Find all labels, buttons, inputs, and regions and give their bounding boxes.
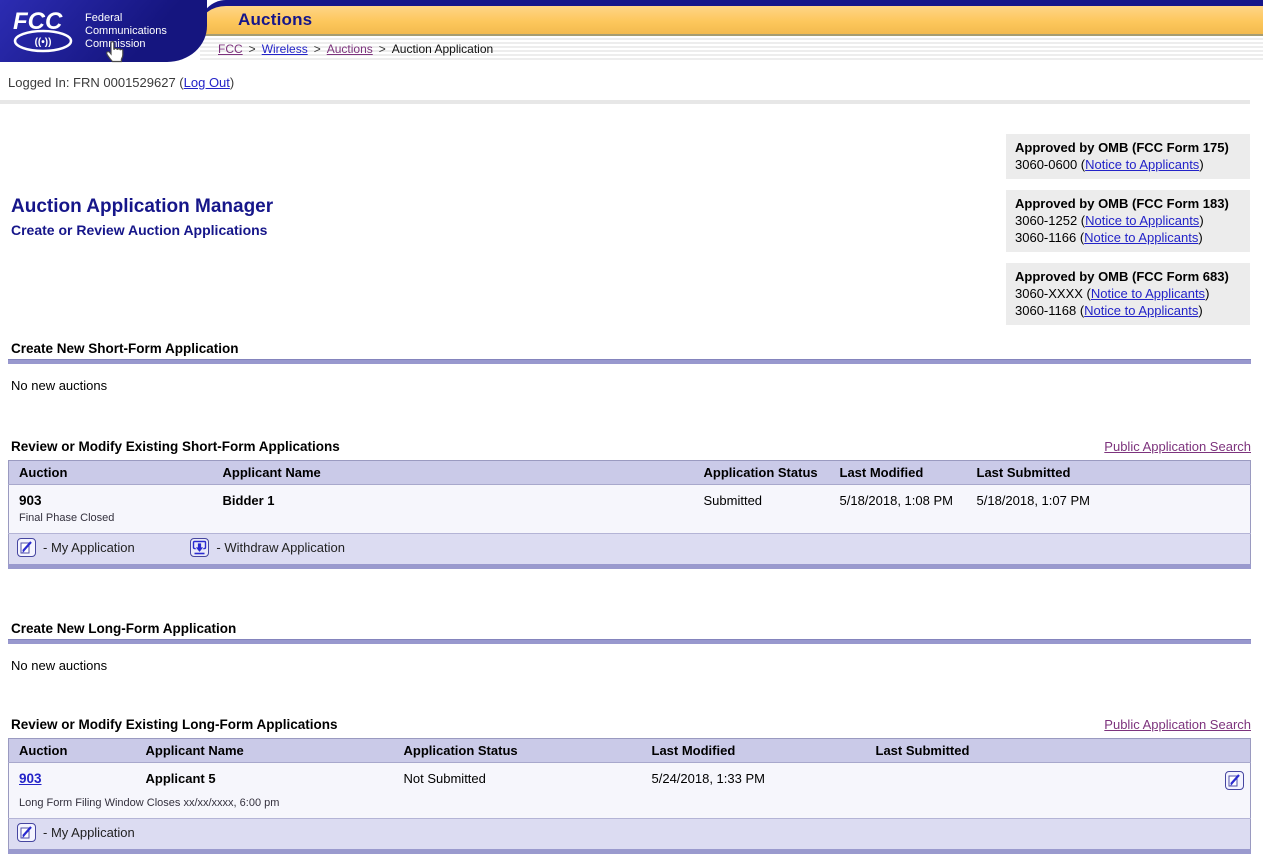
breadcrumb-auctions[interactable]: Auctions (327, 42, 373, 56)
page-title: Auction Application Manager (11, 196, 273, 218)
login-status: Logged In: FRN 0001529627 (Log Out) (8, 75, 1263, 90)
applicant-name: Applicant 5 (136, 763, 394, 796)
table-row-note: Long Form Filing Window Closes xx/xx/xxx… (9, 795, 1251, 819)
application-status: Submitted (694, 485, 830, 511)
column-header-applicant-name: Applicant Name (136, 739, 394, 763)
section-title-review-short: Review or Modify Existing Short-Form App… (11, 439, 340, 454)
last-modified: 5/24/2018, 1:33 PM (642, 763, 866, 796)
page-header: Auctions FCC > Wireless > Auctions > Auc… (0, 0, 1263, 62)
section-title-create-long: Create New Long-Form Application (11, 621, 236, 636)
column-header-actions (1206, 739, 1251, 763)
filing-window-note: Long Form Filing Window Closes xx/xx/xxx… (9, 795, 1251, 819)
legend-label: - My Application (43, 540, 135, 555)
table-header-row: Auction Applicant Name Application Statu… (9, 739, 1251, 763)
last-modified: 5/18/2018, 1:08 PM (830, 485, 967, 511)
table-header-row: Auction Applicant Name Application Statu… (9, 461, 1251, 485)
column-header-last-submitted: Last Submitted (866, 739, 1206, 763)
notice-to-applicants-link[interactable]: Notice to Applicants (1091, 286, 1205, 301)
public-application-search-link[interactable]: Public Application Search (1104, 439, 1251, 454)
hand-cursor-icon (102, 36, 125, 63)
breadcrumb-fcc[interactable]: FCC (218, 42, 243, 56)
no-new-auctions-text: No new auctions (11, 658, 1263, 673)
notice-to-applicants-link[interactable]: Notice to Applicants (1085, 213, 1199, 228)
table-row: 903 Applicant 5 Not Submitted 5/24/2018,… (9, 763, 1251, 796)
breadcrumb-wireless[interactable]: Wireless (262, 42, 308, 56)
notice-to-applicants-link[interactable]: Notice to Applicants (1084, 303, 1198, 318)
fcc-org-name: Federal Communications Commission (85, 12, 167, 51)
auction-number-link[interactable]: 903 (19, 771, 42, 786)
breadcrumb-separator: > (314, 42, 321, 56)
omb-approval-boxes: Approved by OMB (FCC Form 175) 3060-0600… (1006, 134, 1250, 325)
app-title: Auctions (238, 10, 312, 30)
last-submitted (866, 763, 1206, 796)
auction-phase-note: Final Phase Closed (9, 510, 1251, 534)
logout-link[interactable]: Log Out (184, 75, 230, 90)
long-form-applications-table: Auction Applicant Name Application Statu… (8, 738, 1251, 854)
section-title-review-long: Review or Modify Existing Long-Form Appl… (11, 717, 338, 732)
table-row: 903 Bidder 1 Submitted 5/18/2018, 1:08 P… (9, 485, 1251, 511)
table-legend-row: - My Application (9, 819, 1251, 852)
login-text: Logged In: FRN 0001529627 ( (8, 75, 184, 90)
table-legend-row: - My Application - Withdraw Application (9, 534, 1251, 567)
no-new-auctions-text: No new auctions (11, 378, 1263, 393)
section-title-create-short: Create New Short-Form Application (11, 341, 239, 356)
omb-box-form-183: Approved by OMB (FCC Form 183) 3060-1252… (1006, 190, 1250, 252)
withdraw-application-icon (190, 538, 209, 557)
column-header-applicant-name: Applicant Name (213, 461, 694, 485)
section-review-long-form: Review or Modify Existing Long-Form Appl… (0, 717, 1263, 854)
column-header-last-modified: Last Modified (642, 739, 866, 763)
svg-text:((•)): ((•)) (35, 37, 52, 48)
section-divider-bar (8, 639, 1251, 644)
column-header-last-submitted: Last Submitted (967, 461, 1251, 485)
last-submitted: 5/18/2018, 1:07 PM (967, 485, 1251, 511)
column-header-application-status: Application Status (694, 461, 830, 485)
applicant-name: Bidder 1 (213, 485, 694, 511)
breadcrumb-current: Auction Application (392, 42, 493, 56)
legend-my-application: - My Application (17, 538, 135, 557)
section-review-short-form: Review or Modify Existing Short-Form App… (0, 439, 1263, 569)
breadcrumb: FCC > Wireless > Auctions > Auction Appl… (200, 36, 1263, 62)
fcc-logo-icon: FCC ((•)) (10, 8, 76, 54)
my-application-icon (17, 538, 36, 557)
my-application-edit-button[interactable] (1225, 771, 1244, 790)
notice-to-applicants-link[interactable]: Notice to Applicants (1085, 157, 1199, 172)
page-subtitle: Create or Review Auction Applications (11, 222, 273, 238)
breadcrumb-separator: > (379, 42, 386, 56)
app-title-bar: Auctions (200, 0, 1263, 36)
column-header-last-modified: Last Modified (830, 461, 967, 485)
section-divider-bar (8, 359, 1251, 364)
page-title-block: Auction Application Manager Create or Re… (11, 196, 273, 325)
column-header-auction: Auction (9, 739, 136, 763)
breadcrumb-separator: > (249, 42, 256, 56)
column-header-auction: Auction (9, 461, 213, 485)
auction-number: 903 (9, 485, 213, 511)
my-application-icon (17, 823, 36, 842)
omb-box-form-175: Approved by OMB (FCC Form 175) 3060-0600… (1006, 134, 1250, 179)
legend-my-application: - My Application (17, 823, 135, 842)
section-create-short-form: Create New Short-Form Application No new… (0, 341, 1263, 393)
legend-label: - My Application (43, 825, 135, 840)
table-row-note: Final Phase Closed (9, 510, 1251, 534)
section-create-long-form: Create New Long-Form Application No new … (0, 621, 1263, 673)
public-application-search-link[interactable]: Public Application Search (1104, 717, 1251, 732)
application-status: Not Submitted (394, 763, 642, 796)
legend-withdraw-application: - Withdraw Application (190, 538, 345, 557)
notice-to-applicants-link[interactable]: Notice to Applicants (1084, 230, 1198, 245)
legend-label: - Withdraw Application (216, 540, 345, 555)
omb-box-form-683: Approved by OMB (FCC Form 683) 3060-XXXX… (1006, 263, 1250, 325)
column-header-application-status: Application Status (394, 739, 642, 763)
horizontal-divider (0, 100, 1250, 104)
short-form-applications-table: Auction Applicant Name Application Statu… (8, 460, 1251, 569)
